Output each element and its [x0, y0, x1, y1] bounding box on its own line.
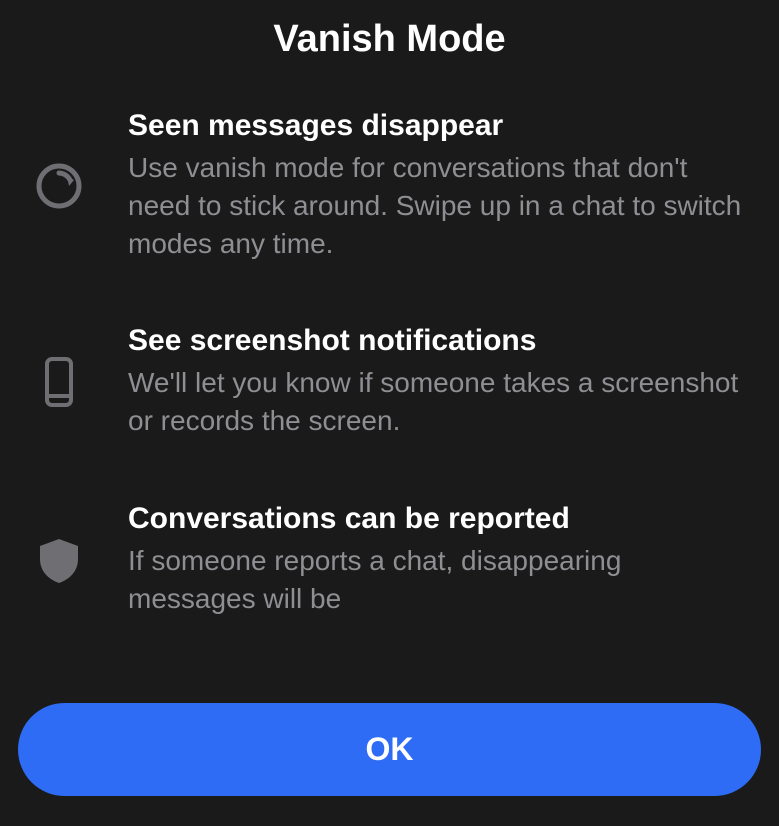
feature-title: Seen messages disappear [128, 109, 747, 143]
feature-text: Seen messages disappear Use vanish mode … [128, 109, 747, 262]
gauge-icon [32, 159, 86, 213]
features-list: Seen messages disappear Use vanish mode … [0, 109, 779, 703]
feature-screenshot: See screenshot notifications We'll let y… [32, 324, 747, 440]
ok-button[interactable]: OK [18, 703, 761, 796]
feature-text: See screenshot notifications We'll let y… [128, 324, 747, 440]
feature-disappear: Seen messages disappear Use vanish mode … [32, 109, 747, 262]
feature-report: Conversations can be reported If someone… [32, 502, 747, 618]
feature-description: If someone reports a chat, disappearing … [128, 542, 747, 618]
feature-text: Conversations can be reported If someone… [128, 502, 747, 618]
modal-title: Vanish Mode [0, 18, 779, 61]
vanish-mode-modal: Vanish Mode Seen messages disappear Use … [0, 0, 779, 826]
button-container: OK [0, 703, 779, 796]
shield-icon [32, 533, 86, 587]
phone-icon [32, 355, 86, 409]
feature-description: We'll let you know if someone takes a sc… [128, 364, 747, 440]
feature-description: Use vanish mode for conversations that d… [128, 149, 747, 262]
feature-title: Conversations can be reported [128, 502, 747, 536]
feature-title: See screenshot notifications [128, 324, 747, 358]
